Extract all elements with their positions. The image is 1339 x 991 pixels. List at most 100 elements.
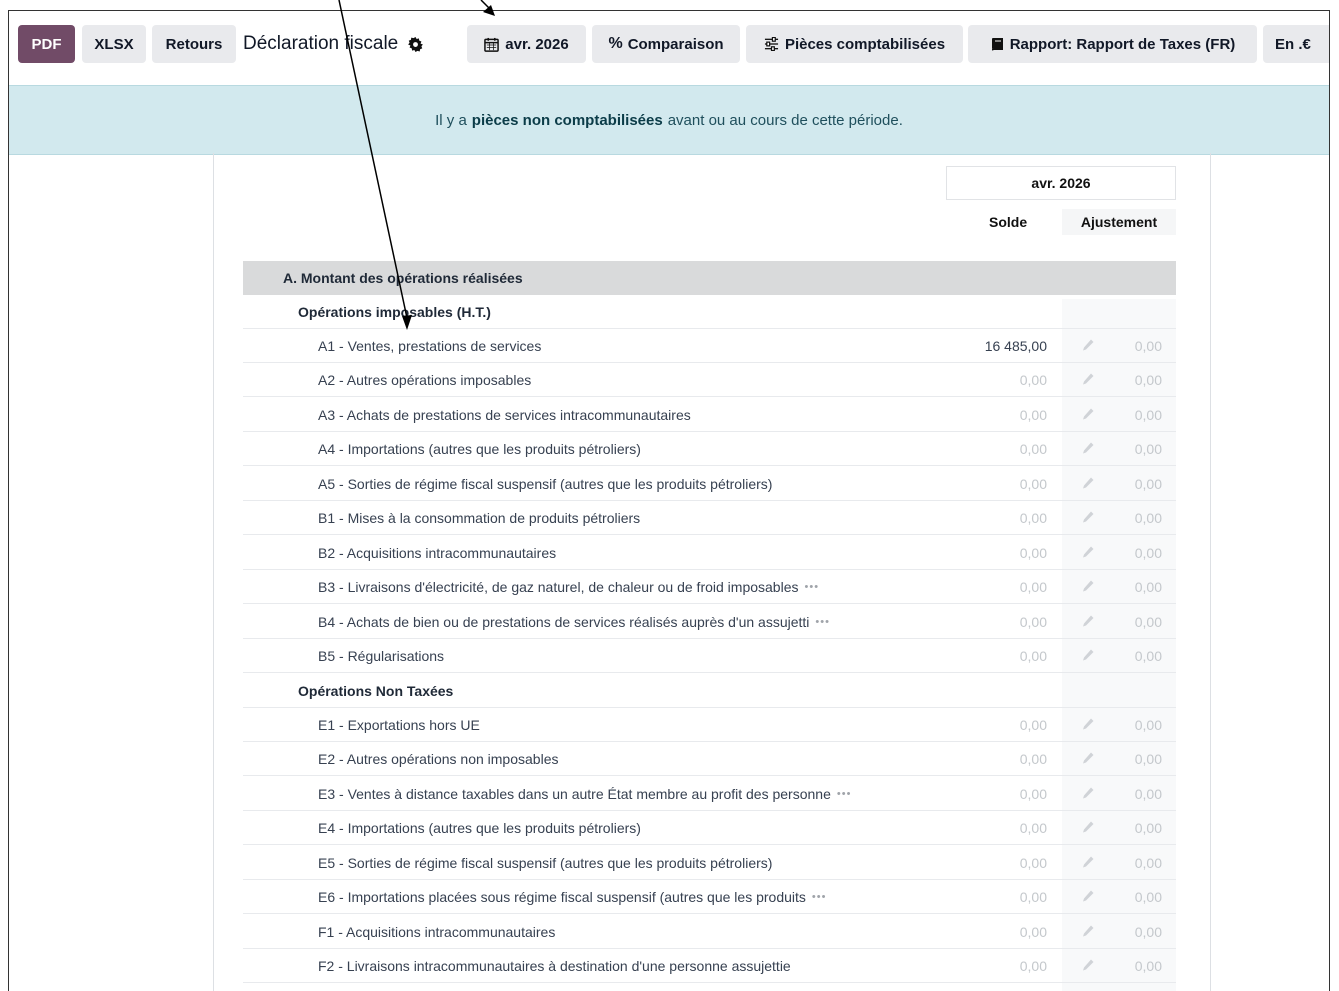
pencil-icon[interactable]	[1081, 545, 1095, 559]
report-line-row[interactable]: B4 - Achats de bien ou de prestations de…	[243, 605, 1176, 639]
report-line-row[interactable]: B2 - Acquisitions intracommunautaires 0,0…	[243, 536, 1176, 570]
line-label: A3 - Achats de prestations de services i…	[318, 398, 691, 432]
report-line-row[interactable]: B3 - Livraisons d'électricité, de gaz na…	[243, 570, 1176, 604]
balance-value[interactable]: 0,00	[1020, 570, 1047, 604]
pencil-icon[interactable]	[1081, 338, 1095, 352]
line-label-text: A5 - Sorties de régime fiscal suspensif …	[318, 476, 773, 492]
balance-value[interactable]: 0,00	[1020, 880, 1047, 914]
balance-value[interactable]: 16 485,00	[985, 329, 1047, 363]
adjustment-value: 0,00	[1134, 751, 1162, 767]
retours-button[interactable]: Retours	[152, 25, 236, 63]
line-label-text: B1 - Mises à la consommation de produits…	[318, 510, 641, 526]
ellipsis-icon[interactable]: •••	[805, 581, 820, 593]
line-label: B5 - Régularisations	[318, 639, 444, 673]
pencil-icon[interactable]	[1081, 510, 1095, 524]
report-line-row[interactable]: E6 - Importations placées sous régime fi…	[243, 880, 1176, 914]
pencil-icon[interactable]	[1081, 407, 1095, 421]
balance-value[interactable]: 0,00	[1020, 363, 1047, 397]
period-filter-button[interactable]: avr. 2026	[467, 25, 586, 63]
balance-value[interactable]: 0,00	[1020, 398, 1047, 432]
posted-entries-label: Pièces comptabilisées	[784, 35, 946, 53]
line-label: A5 - Sorties de régime fiscal suspensif …	[318, 467, 772, 501]
balance-value[interactable]: 0,00	[1020, 536, 1047, 570]
control-panel: PDF XLSX Retours Déclaration fiscale avr…	[9, 11, 1329, 85]
report-line-row[interactable]: B5 - Régularisations 0,00 0,00	[243, 639, 1176, 673]
line-label-text: F1 - Acquisitions intracommunautaires	[318, 924, 556, 940]
report-line-row[interactable]: A4 - Importations (autres que les produi…	[243, 432, 1176, 466]
adjustment-value: 0,00	[1134, 786, 1162, 802]
line-label: E5 - Sorties de régime fiscal suspensif …	[318, 846, 772, 880]
currency-button[interactable]: En .€	[1263, 25, 1329, 63]
line-label-text: E1 - Exportations hors UE	[318, 717, 480, 733]
line-label: B1 - Mises à la consommation de produits…	[318, 501, 640, 535]
line-label-text: E3 - Ventes à distance taxables dans un …	[318, 786, 831, 802]
unposted-entries-banner: Il y a pièces non comptabilisées avant o…	[9, 85, 1329, 155]
report-line-row[interactable]: E3 - Ventes à distance taxables dans un …	[243, 777, 1176, 811]
pencil-icon[interactable]	[1081, 476, 1095, 490]
adjustment-value: 0,00	[1134, 338, 1162, 354]
report-line-row[interactable]: E2 - Autres opérations non imposables 0,0…	[243, 742, 1176, 776]
banner-text-before: Il y a	[435, 111, 467, 129]
section-row[interactable]: A. Montant des opérations réalisées	[243, 261, 1176, 295]
report-line-row[interactable]: A5 - Sorties de régime fiscal suspensif …	[243, 467, 1176, 501]
line-label-text: A3 - Achats de prestations de services i…	[318, 407, 691, 423]
line-label: A2 - Autres opérations imposables	[318, 363, 531, 397]
line-label: A4 - Importations (autres que les produi…	[318, 432, 641, 466]
pencil-icon[interactable]	[1081, 751, 1095, 765]
line-label-text: A4 - Importations (autres que les produi…	[318, 441, 641, 457]
pencil-icon[interactable]	[1081, 855, 1095, 869]
balance-value[interactable]: 0,00	[1020, 846, 1047, 880]
report-line-row[interactable]: A3 - Achats de prestations de services i…	[243, 398, 1176, 432]
group-row-taxable[interactable]: Opérations imposables (H.T.)	[243, 295, 1176, 329]
report-line-row[interactable]: E1 - Exportations hors UE 0,00 0,00	[243, 708, 1176, 742]
report-selector-button[interactable]: Rapport: Rapport de Taxes (FR)	[968, 25, 1257, 63]
balance-value[interactable]: 0,00	[1020, 742, 1047, 776]
comparison-button[interactable]: % Comparaison	[592, 25, 740, 63]
report-line-row[interactable]: E5 - Sorties de régime fiscal suspensif …	[243, 846, 1176, 880]
pencil-icon[interactable]	[1081, 820, 1095, 834]
group-label: Opérations Non Taxées	[298, 683, 454, 699]
ellipsis-icon[interactable]: •••	[812, 891, 827, 903]
gear-icon[interactable]	[408, 36, 424, 52]
sliders-icon	[764, 37, 785, 51]
report-line-row[interactable]: A1 - Ventes, prestations de services 16 4…	[243, 329, 1176, 363]
report-line-row[interactable]: F1 - Acquisitions intracommunautaires 0,0…	[243, 915, 1176, 949]
ellipsis-icon[interactable]: •••	[815, 616, 830, 628]
balance-value[interactable]: 0,00	[1020, 467, 1047, 501]
pencil-icon[interactable]	[1081, 889, 1095, 903]
adjustment-value: 0,00	[1134, 579, 1162, 595]
pencil-icon[interactable]	[1081, 579, 1095, 593]
balance-value[interactable]: 0,00	[1020, 777, 1047, 811]
pencil-icon[interactable]	[1081, 372, 1095, 386]
posted-entries-button[interactable]: Pièces comptabilisées	[746, 25, 963, 63]
line-label-text: E5 - Sorties de régime fiscal suspensif …	[318, 855, 773, 871]
xlsx-button[interactable]: XLSX	[82, 25, 146, 63]
report-line-row[interactable]: B1 - Mises à la consommation de produits…	[243, 501, 1176, 535]
pencil-icon[interactable]	[1081, 786, 1095, 800]
balance-value[interactable]: 0,00	[1020, 708, 1047, 742]
adjustment-value: 0,00	[1134, 372, 1162, 388]
calendar-icon	[484, 37, 505, 52]
group-row-non-taxed[interactable]: Opérations Non Taxées	[243, 674, 1176, 708]
pdf-button[interactable]: PDF	[18, 25, 75, 63]
balance-value[interactable]: 0,00	[1020, 915, 1047, 949]
report-line-row[interactable]: F2 - Livraisons intracommunautaires à de…	[243, 949, 1176, 983]
ellipsis-icon[interactable]: •••	[837, 788, 852, 800]
balance-value[interactable]: 0,00	[1020, 432, 1047, 466]
pencil-icon[interactable]	[1081, 614, 1095, 628]
balance-value[interactable]: 0,00	[1020, 811, 1047, 845]
pencil-icon[interactable]	[1081, 958, 1095, 972]
pencil-icon[interactable]	[1081, 648, 1095, 662]
pencil-icon[interactable]	[1081, 441, 1095, 455]
pencil-icon[interactable]	[1081, 717, 1095, 731]
line-label-text: B3 - Livraisons d'électricité, de gaz na…	[318, 579, 799, 595]
unposted-entries-link[interactable]: pièces non comptabilisées	[472, 112, 663, 129]
adjustment-column-header: Ajustement	[1062, 209, 1176, 235]
pencil-icon[interactable]	[1081, 924, 1095, 938]
balance-value[interactable]: 0,00	[1020, 501, 1047, 535]
report-line-row[interactable]: E4 - Importations (autres que les produi…	[243, 811, 1176, 845]
report-line-row[interactable]: A2 - Autres opérations imposables 0,00 0,0…	[243, 363, 1176, 397]
balance-value[interactable]: 0,00	[1020, 949, 1047, 983]
balance-value[interactable]: 0,00	[1020, 639, 1047, 673]
balance-value[interactable]: 0,00	[1020, 605, 1047, 639]
